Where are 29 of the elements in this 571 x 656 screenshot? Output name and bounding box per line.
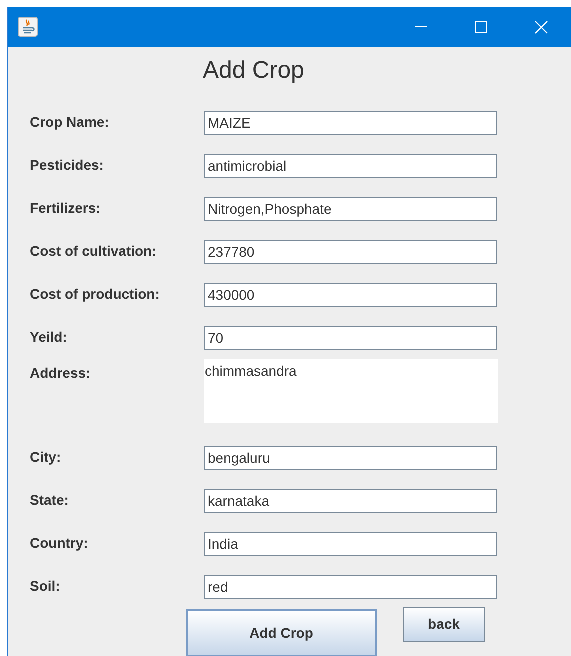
field-label: Cost of cultivation:: [29, 242, 158, 261]
maximize-icon: [475, 21, 487, 33]
field-label: Crop Name:: [29, 113, 110, 132]
text-field[interactable]: bengaluru: [204, 446, 497, 470]
field-label: State:: [29, 491, 70, 510]
field-label: Yeild:: [29, 328, 68, 347]
text-field[interactable]: 430000: [204, 282, 497, 306]
text-field[interactable]: karnataka: [204, 488, 497, 512]
text-field[interactable]: India: [204, 532, 497, 556]
close-icon: [534, 20, 548, 34]
add-crop-button[interactable]: Add Crop: [186, 609, 377, 656]
back-button[interactable]: back: [403, 607, 485, 642]
java-cup-icon: [18, 17, 38, 37]
form-heading: Add Crop: [203, 57, 304, 85]
text-field[interactable]: Nitrogen,Phosphate: [204, 196, 497, 220]
field-label: Address:: [29, 364, 92, 383]
field-label: Soil:: [29, 577, 62, 596]
text-field[interactable]: 237780: [204, 240, 497, 264]
address-field[interactable]: chimmasandra: [204, 359, 498, 423]
field-label: City:: [29, 448, 62, 467]
text-field[interactable]: MAIZE: [204, 110, 497, 134]
field-label: Pesticides:: [29, 156, 105, 175]
minimize-icon: [415, 26, 427, 28]
field-label: Fertilizers:: [29, 199, 102, 218]
text-field[interactable]: antimicrobial: [204, 154, 497, 178]
field-label: Country:: [29, 534, 90, 553]
text-field[interactable]: red: [204, 574, 497, 598]
field-label: Cost of production:: [29, 285, 161, 304]
text-field[interactable]: 70: [204, 326, 497, 350]
